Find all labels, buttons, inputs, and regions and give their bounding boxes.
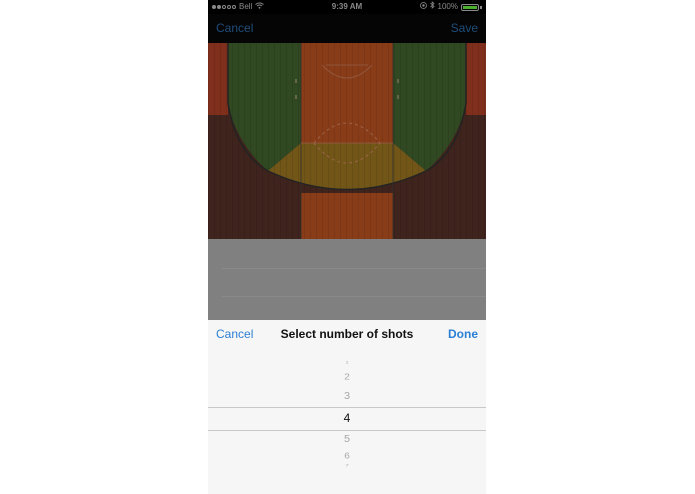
picker-title: Select number of shots (280, 327, 414, 341)
selection-top-line (208, 407, 486, 408)
picker-option[interactable]: 2 (208, 373, 486, 382)
divider (222, 296, 486, 297)
selection-bottom-line (208, 430, 486, 431)
nav-cancel-button[interactable]: Cancel (216, 21, 253, 35)
number-picker-wheel[interactable]: 1 2 3 4 5 6 7 (208, 358, 486, 478)
picker-option[interactable]: 7 (208, 464, 486, 467)
picker-toolbar: Cancel Select number of shots Done (208, 320, 486, 350)
battery-percent: 100% (437, 2, 458, 11)
orientation-lock-icon (419, 0, 427, 14)
dimmed-backdrop[interactable] (208, 239, 486, 320)
picker-option[interactable]: 1 (208, 361, 486, 364)
picker-option[interactable]: 6 (208, 452, 486, 461)
nav-bar: Cancel Save (208, 14, 486, 43)
phone-screen: Bell 9:39 AM 100% Cancel Save Cancel Sel… (208, 0, 486, 494)
battery-icon (461, 3, 479, 11)
court-drawing (208, 43, 486, 239)
status-right: 100% (419, 0, 482, 14)
status-bar: Bell 9:39 AM 100% (208, 0, 486, 14)
picker-option[interactable]: 5 (208, 433, 486, 444)
bluetooth-icon (429, 0, 435, 14)
picker-done-button[interactable]: Done (448, 327, 478, 341)
picker-option-selected[interactable]: 4 (208, 411, 486, 425)
shots-picker-sheet: Cancel Select number of shots Done 1 2 3… (208, 320, 486, 494)
divider (222, 268, 486, 269)
basketball-court[interactable] (208, 43, 486, 239)
picker-option[interactable]: 3 (208, 390, 486, 401)
nav-save-button[interactable]: Save (451, 21, 478, 35)
